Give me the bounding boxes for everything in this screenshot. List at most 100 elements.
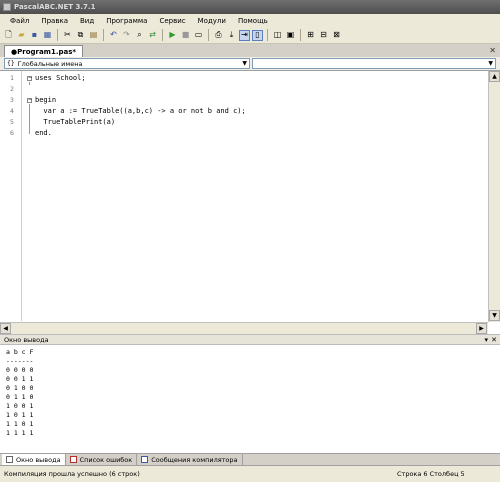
output-line: a b c F xyxy=(6,348,34,356)
error-list-icon xyxy=(69,456,77,463)
scroll-down-icon[interactable]: ▼ xyxy=(489,310,500,321)
menu-modules[interactable]: Модули xyxy=(192,17,232,25)
bottom-tab-strip: Окно вывода Список ошибок Сообщения комп… xyxy=(0,453,500,465)
tab-error-list[interactable]: Список ошибок xyxy=(66,454,138,465)
code-line[interactable]: end. xyxy=(35,129,52,137)
cut-icon[interactable]: ✂ xyxy=(62,30,73,41)
step-over-icon[interactable]: ⇥ xyxy=(239,29,250,41)
output-line: 0 1 1 0 xyxy=(6,393,34,401)
paste-icon[interactable]: ▤ xyxy=(88,30,99,41)
output-line: 1 0 0 1 xyxy=(6,402,34,410)
menu-program[interactable]: Программа xyxy=(100,17,153,25)
horizontal-scrollbar[interactable]: ◀ ▶ xyxy=(0,322,488,334)
cursor-position: Строка 6 Столбец 5 xyxy=(397,470,465,478)
copy-icon[interactable]: ⧉ xyxy=(75,30,86,41)
chevron-down-icon: ▼ xyxy=(242,60,247,67)
step-into-icon[interactable]: ⤓ xyxy=(226,30,237,41)
output-window: Окно вывода ▾ ✕ a b c F ------- 0 0 0 0 … xyxy=(0,334,500,453)
output-line: 1 1 1 1 xyxy=(6,429,34,437)
settings-icon[interactable]: ▣ xyxy=(285,30,296,41)
toolbar-separator xyxy=(300,29,301,41)
fold-line xyxy=(29,104,30,134)
undo-icon[interactable]: ↶ xyxy=(108,30,119,41)
find-icon[interactable]: ⌕ xyxy=(134,30,145,41)
line-number: 2 xyxy=(10,85,14,93)
compiler-messages-icon xyxy=(141,456,149,463)
format-icon[interactable]: ⎙ xyxy=(213,30,224,41)
line-number: 1 xyxy=(10,74,14,82)
menu-view[interactable]: Вид xyxy=(74,17,100,25)
scroll-right-icon[interactable]: ▶ xyxy=(476,323,487,334)
watch-icon[interactable]: ◫ xyxy=(272,30,283,41)
output-line: ------- xyxy=(6,357,34,365)
window-2-icon[interactable]: ⊟ xyxy=(318,30,329,41)
output-line: 0 0 0 0 xyxy=(6,366,34,374)
window-3-icon[interactable]: ⊠ xyxy=(331,30,342,41)
line-number-gutter: 1 2 3 4 5 6 xyxy=(0,71,22,321)
scope-combo-value: Глобальные имена xyxy=(17,59,83,68)
menu-file[interactable]: Файл xyxy=(4,17,35,25)
output-window-header: Окно вывода ▾ ✕ xyxy=(0,334,500,345)
line-number: 4 xyxy=(10,107,14,115)
breakpoint-icon[interactable]: ▯ xyxy=(252,29,263,41)
tab-compiler-messages[interactable]: Сообщения компилятора xyxy=(137,454,243,465)
save-all-icon[interactable]: ▦ xyxy=(42,30,53,41)
toolbar: 🗋 ▰ ▪ ▦ ✂ ⧉ ▤ ↶ ↷ ⌕ ⇄ ▶ ■ ▭ ⎙ ⤓ ⇥ ▯ ◫ ▣ … xyxy=(0,27,500,44)
chevron-down-icon: ▼ xyxy=(488,60,493,67)
vertical-scrollbar[interactable]: ▲ ▼ xyxy=(488,71,500,322)
tab-label: Окно вывода xyxy=(16,455,61,464)
member-combo[interactable]: ▼ xyxy=(252,58,496,69)
status-bar: Компиляция прошла успешно (6 строк) Стро… xyxy=(0,465,500,482)
tab-output-window[interactable]: Окно вывода xyxy=(2,454,66,465)
tab-program1[interactable]: ●Program1.pas* xyxy=(4,45,84,57)
toolbar-separator xyxy=(162,29,163,41)
redo-icon[interactable]: ↷ xyxy=(121,30,132,41)
output-line: 0 0 1 1 xyxy=(6,375,34,383)
output-line: 1 0 1 1 xyxy=(6,411,34,419)
code-line[interactable]: begin xyxy=(35,96,56,104)
new-file-icon[interactable]: 🗋 xyxy=(3,30,14,41)
menu-service[interactable]: Сервис xyxy=(153,17,191,25)
output-line: 0 1 0 0 xyxy=(6,384,34,392)
toolbar-separator xyxy=(103,29,104,41)
window-title: PascalABC.NET 3.7.1 xyxy=(14,3,96,11)
window-1-icon[interactable]: ⊞ xyxy=(305,30,316,41)
code-line[interactable]: uses School; xyxy=(35,74,86,82)
menu-help[interactable]: Помощь xyxy=(232,17,274,25)
save-icon[interactable]: ▪ xyxy=(29,30,40,41)
debug-icon[interactable]: ▭ xyxy=(193,30,204,41)
output-window-icon xyxy=(6,456,13,463)
replace-icon[interactable]: ⇄ xyxy=(147,30,158,41)
scroll-left-icon[interactable]: ◀ xyxy=(0,323,11,334)
output-window-title: Окно вывода xyxy=(4,335,49,344)
code-line[interactable]: var a := TrueTable((a,b,c) -> a or not b… xyxy=(35,107,245,115)
toolbar-separator xyxy=(57,29,58,41)
close-icon[interactable]: ✕ xyxy=(491,336,497,344)
braces-icon: {} xyxy=(7,60,15,67)
pin-icon[interactable]: ▾ xyxy=(484,336,488,344)
tab-label: Сообщения компилятора xyxy=(151,455,238,464)
code-editor[interactable]: 1 2 3 4 5 6 − − uses School; begin var a… xyxy=(0,70,500,334)
run-icon[interactable]: ▶ xyxy=(167,30,178,41)
toolbar-separator xyxy=(267,29,268,41)
menu-bar: Файл Правка Вид Программа Сервис Модули … xyxy=(0,14,500,27)
code-line[interactable]: TrueTablePrint(a) xyxy=(35,118,115,126)
stop-icon[interactable]: ■ xyxy=(180,30,191,41)
tab-label: Список ошибок xyxy=(79,455,133,464)
line-number: 3 xyxy=(10,96,14,104)
editor-tab-strip: ●Program1.pas* ✕ xyxy=(0,44,500,57)
open-folder-icon[interactable]: ▰ xyxy=(16,30,27,41)
scroll-up-icon[interactable]: ▲ xyxy=(489,71,500,82)
tab-label: ●Program1.pas* xyxy=(11,47,77,56)
navigation-bar: {} Глобальные имена ▼ ▼ xyxy=(0,57,500,70)
app-icon xyxy=(3,3,11,11)
close-icon[interactable]: ✕ xyxy=(489,46,496,55)
fold-toggle[interactable]: − xyxy=(27,98,32,103)
menu-edit[interactable]: Правка xyxy=(35,17,74,25)
line-number: 5 xyxy=(10,118,14,126)
toolbar-separator xyxy=(208,29,209,41)
title-bar: PascalABC.NET 3.7.1 xyxy=(0,0,500,14)
fold-line xyxy=(29,82,30,85)
fold-toggle[interactable]: − xyxy=(27,76,32,81)
scope-combo[interactable]: {} Глобальные имена ▼ xyxy=(4,58,250,69)
